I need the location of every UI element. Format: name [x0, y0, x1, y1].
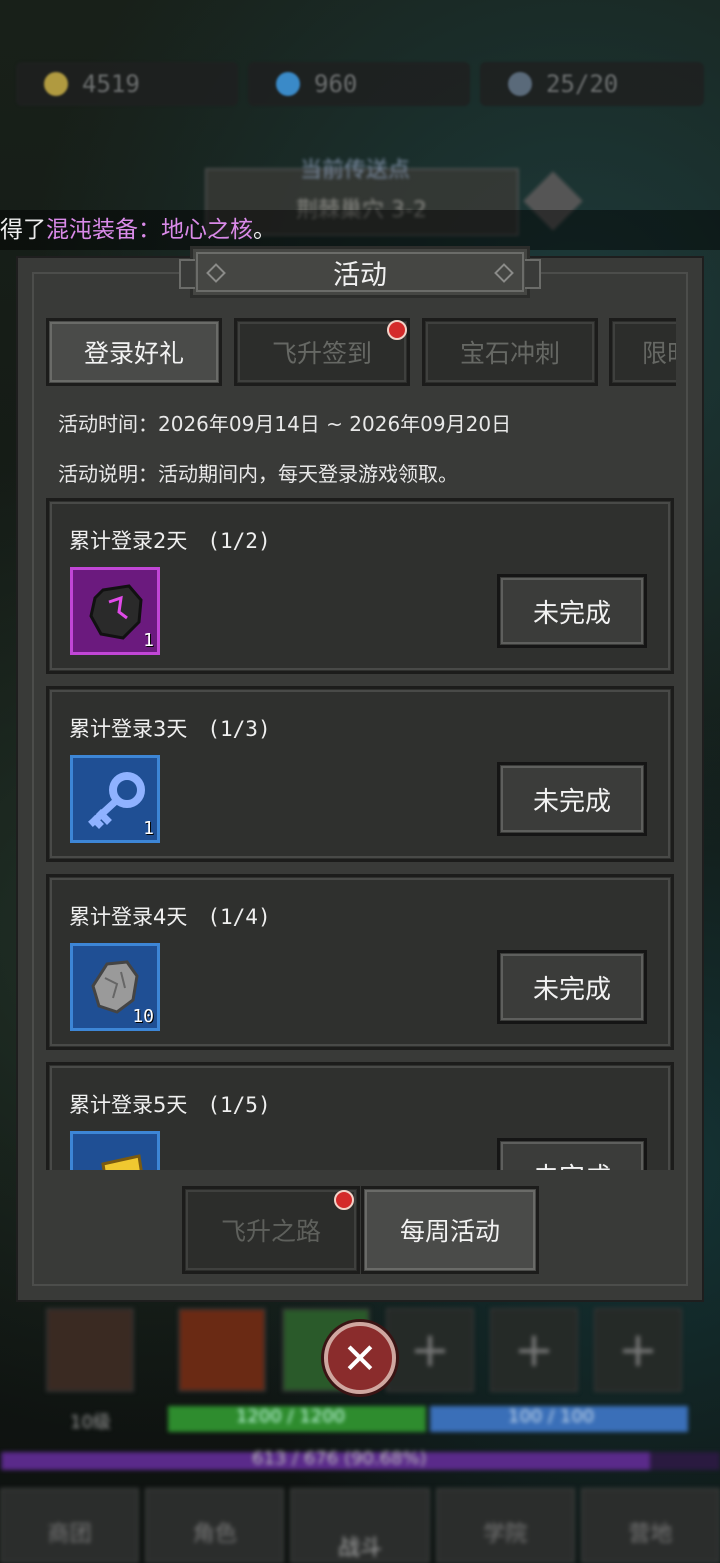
nav-tab-character[interactable]: 角色: [145, 1488, 285, 1563]
item-count: 10: [132, 1006, 154, 1027]
nav-label: 营地: [628, 1522, 673, 1547]
reward-item-slot[interactable]: [70, 1131, 160, 1170]
claim-status-button[interactable]: 未完成: [497, 1138, 647, 1170]
nav-tab-camp[interactable]: 营地: [580, 1488, 720, 1563]
notification-badge: [334, 1190, 354, 1210]
player-level: 10级: [70, 1412, 111, 1433]
reward-title: 累计登录2天 (1/2): [69, 525, 271, 555]
tab-limited[interactable]: 限时: [609, 318, 676, 386]
notice-item: 混沌装备：地心之核: [46, 217, 253, 243]
status-label: 未完成: [532, 598, 611, 629]
stamina-icon: [508, 72, 532, 96]
activity-tabs: 登录好礼 飞升签到 宝石冲刺 限时: [46, 318, 676, 388]
diamond-ornament-icon: [494, 263, 514, 283]
loot-notice: 得了混沌装备：地心之核。: [0, 210, 720, 250]
title-ornament-left: [179, 259, 195, 289]
close-icon: ✕: [342, 1333, 378, 1383]
item-count: 1: [143, 818, 154, 839]
notice-prefix: 得了: [0, 217, 46, 243]
tab-label: 飞升签到: [271, 339, 372, 368]
status-label: 未完成: [532, 974, 611, 1005]
tab-label: 宝石冲刺: [459, 339, 560, 368]
mp-text: 100 / 100: [508, 1406, 595, 1427]
tab-label: 限时: [642, 339, 676, 368]
notification-badge: [387, 320, 407, 340]
skill-slot-1[interactable]: [46, 1308, 134, 1392]
skill-slot-6[interactable]: [594, 1308, 682, 1392]
xp-text: 613 / 676 (90.68%): [252, 1448, 427, 1469]
main-nav: 商团 角色 战斗 学院 营地: [0, 1488, 720, 1563]
nav-label: 战斗: [338, 1536, 383, 1561]
reward-item-slot[interactable]: 1: [70, 567, 160, 655]
gold-counter: 4519: [16, 62, 238, 106]
reward-progress: (1/4): [207, 905, 271, 929]
tab-label: 飞升之路: [220, 1217, 321, 1246]
dialog-title: 活动: [333, 259, 387, 291]
reward-card: 累计登录5天 (1/5) 未完成: [46, 1062, 674, 1170]
reward-progress: (1/2): [207, 529, 271, 553]
tab-ascension-checkin[interactable]: 飞升签到: [234, 318, 410, 386]
reward-progress: (1/3): [207, 717, 271, 741]
stamina-counter: 25/20: [480, 62, 704, 106]
teleport-label: 当前传送点: [300, 158, 411, 183]
nav-tab-battle[interactable]: 战斗: [290, 1488, 430, 1563]
gem-counter: 960: [248, 62, 470, 106]
reward-item-slot[interactable]: 10: [70, 943, 160, 1031]
status-label: 未完成: [533, 1157, 611, 1171]
reward-condition: 累计登录2天: [69, 529, 188, 553]
reward-condition: 累计登录5天: [69, 1093, 188, 1117]
nav-label: 学院: [483, 1522, 528, 1547]
gold-ticket-icon: [101, 1154, 143, 1170]
title-ornament-right: [525, 259, 541, 289]
activity-time: 活动时间：2026年09月14日 ~ 2026年09月20日: [58, 412, 512, 436]
reward-card: 累计登录3天 (1/3) 1 未完成: [46, 686, 674, 862]
nav-label: 角色: [192, 1522, 237, 1547]
tab-weekly-activity[interactable]: 每周活动: [361, 1186, 539, 1274]
reward-card: 累计登录4天 (1/4) 10 未完成: [46, 874, 674, 1050]
activity-description: 活动说明：活动期间内，每天登录游戏领取。: [58, 462, 458, 486]
tab-gem-sprint[interactable]: 宝石冲刺: [422, 318, 598, 386]
gold-coin-icon: [44, 72, 68, 96]
skill-slot-2[interactable]: [178, 1308, 266, 1392]
reward-condition: 累计登录4天: [69, 905, 188, 929]
gem-icon: [276, 72, 300, 96]
reward-list[interactable]: 累计登录2天 (1/2) 1 未完成 累计登录3天 (1/3) 1 未完成 累计登录…: [46, 498, 674, 1170]
reward-item-slot[interactable]: 1: [70, 755, 160, 843]
reward-title: 累计登录5天 (1/5): [69, 1089, 271, 1119]
tab-login-gift[interactable]: 登录好礼: [46, 318, 222, 386]
blue-key-icon: [88, 772, 145, 829]
reward-title: 累计登录3天 (1/3): [69, 713, 271, 743]
hp-text: 1200 / 1200: [236, 1406, 346, 1427]
skill-slot-5[interactable]: [490, 1308, 578, 1392]
reward-progress: (1/5): [207, 1093, 271, 1117]
purple-ore-icon: [89, 584, 143, 640]
claim-status-button[interactable]: 未完成: [497, 762, 647, 836]
nav-tab-shop[interactable]: 商团: [0, 1488, 140, 1563]
tab-label: 每周活动: [399, 1217, 500, 1246]
reward-condition: 累计登录3天: [69, 717, 188, 741]
reward-card: 累计登录2天 (1/2) 1 未完成: [46, 498, 674, 674]
nav-tab-academy[interactable]: 学院: [435, 1488, 575, 1563]
nav-label: 商团: [47, 1522, 92, 1547]
dialog-title-plate: 活动: [179, 246, 541, 298]
item-count: 1: [143, 630, 154, 651]
diamond-ornament-icon: [206, 263, 226, 283]
notice-suffix: 。: [253, 217, 276, 243]
claim-status-button[interactable]: 未完成: [497, 574, 647, 648]
close-button[interactable]: ✕: [324, 1322, 396, 1394]
status-label: 未完成: [532, 786, 611, 817]
reward-title: 累计登录4天 (1/4): [69, 901, 271, 931]
skill-slot-4[interactable]: [386, 1308, 474, 1392]
stamina-value: 25/20: [546, 70, 619, 98]
claim-status-button[interactable]: 未完成: [497, 950, 647, 1024]
gem-value: 960: [314, 70, 358, 98]
tab-label: 登录好礼: [83, 339, 184, 368]
gold-value: 4519: [82, 70, 140, 98]
